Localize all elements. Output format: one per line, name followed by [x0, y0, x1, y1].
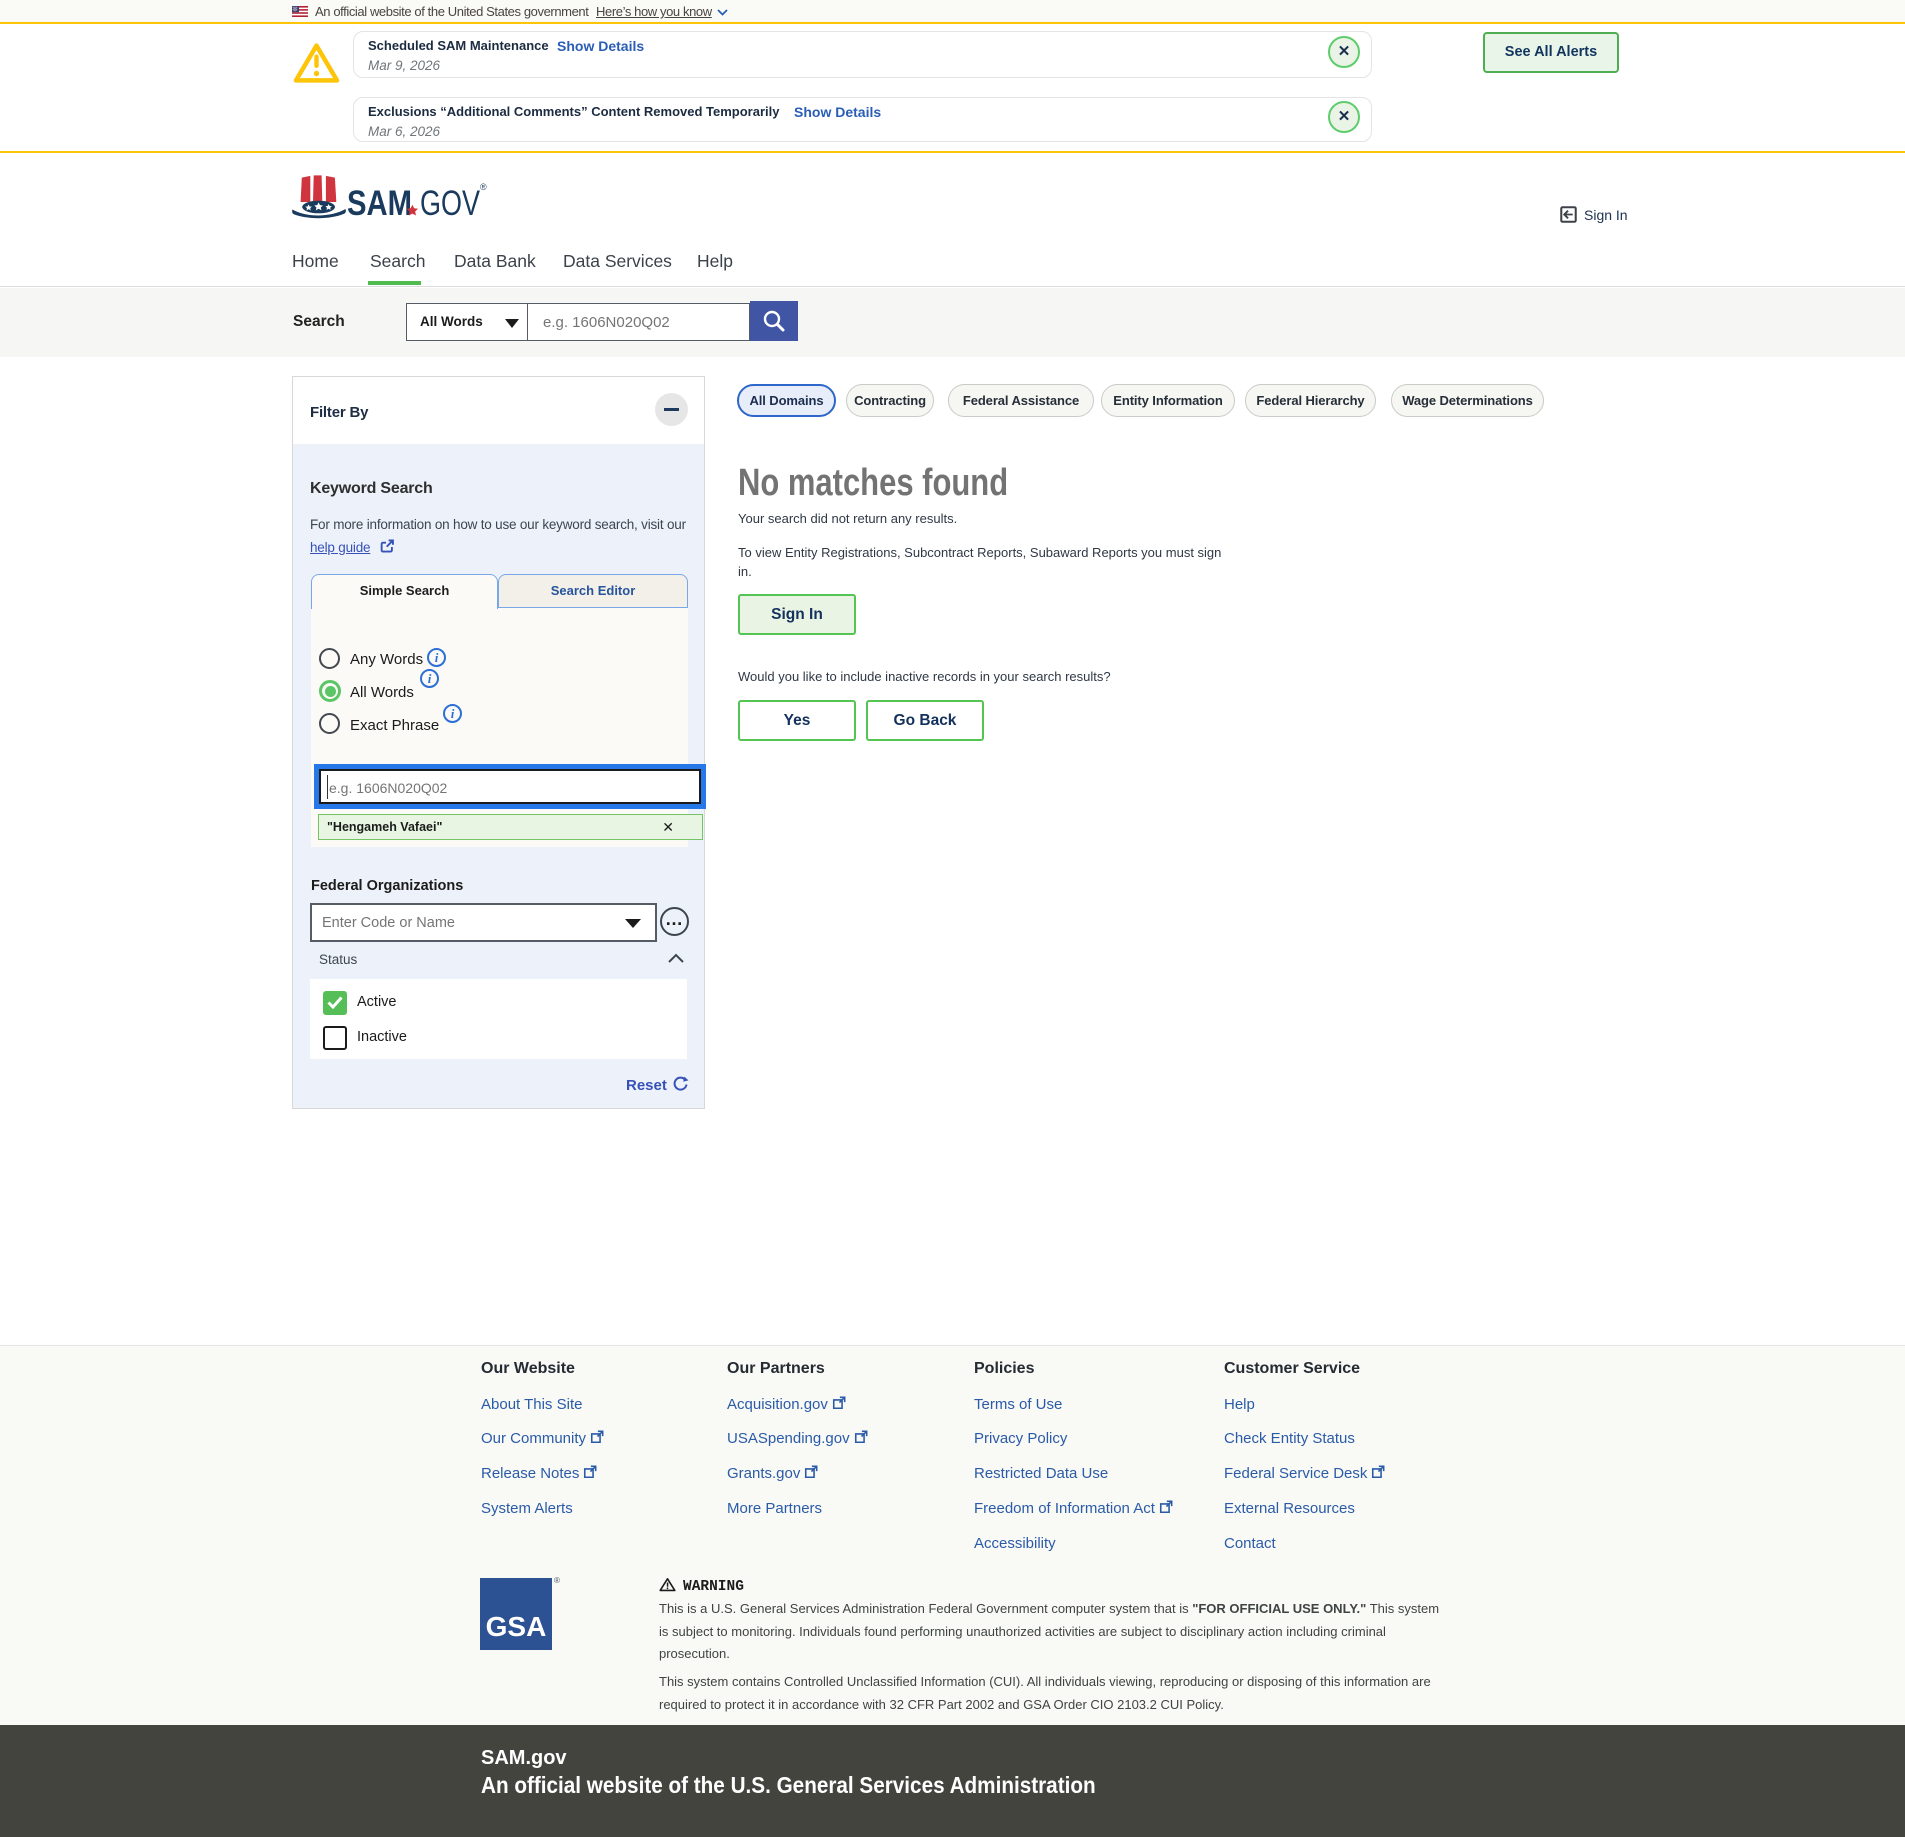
- svg-text:SAM: SAM: [347, 184, 412, 222]
- svg-text:®: ®: [480, 182, 487, 192]
- svg-text:GOV: GOV: [420, 183, 480, 222]
